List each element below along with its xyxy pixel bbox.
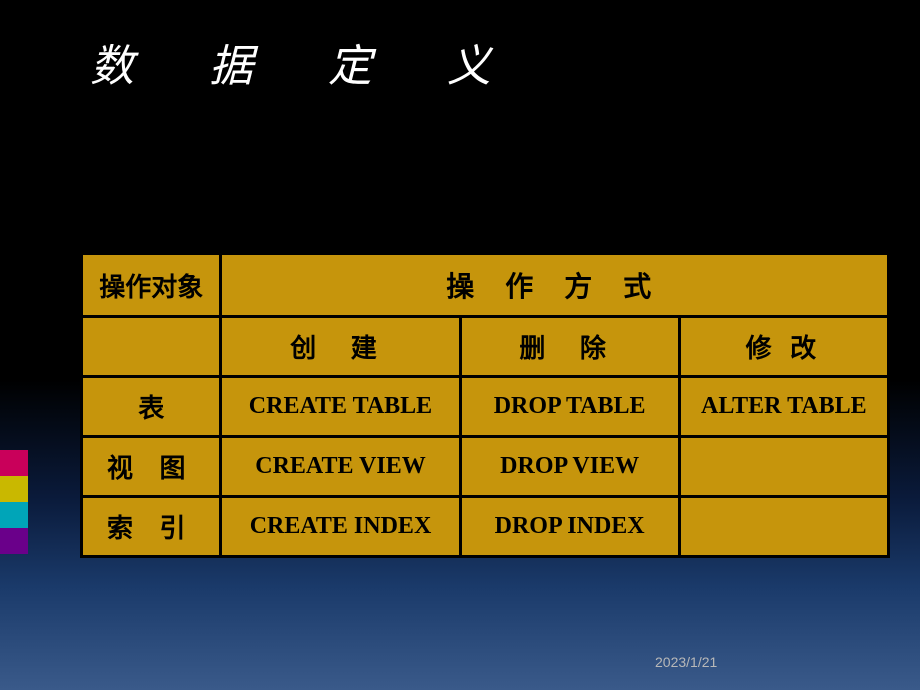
table-caption: 表 3.2 SQL 的数据定义语句: [0, 213, 920, 257]
empty-cell: [82, 317, 221, 377]
table-row: 视 图 CREATE VIEW DROP VIEW: [82, 437, 889, 497]
cell-create-index: CREATE INDEX: [221, 497, 460, 557]
cell-drop-index: DROP INDEX: [460, 497, 679, 557]
header-operation: 操 作 方 式: [221, 254, 889, 317]
cell-create-view: CREATE VIEW: [221, 437, 460, 497]
sub-header-alter: 修 改: [679, 317, 888, 377]
cell-create-table: CREATE TABLE: [221, 377, 460, 437]
color-block: [0, 502, 28, 528]
table-row: 表 CREATE TABLE DROP TABLE ALTER TABLE: [82, 377, 889, 437]
cell-alter-table: ALTER TABLE: [679, 377, 888, 437]
cell-drop-table: DROP TABLE: [460, 377, 679, 437]
decorative-color-strip: [0, 450, 28, 554]
header-object: 操作对象: [82, 254, 221, 317]
date-stamp: 2023/1/21: [655, 654, 717, 670]
row-label-view: 视 图: [82, 437, 221, 497]
cell-alter-view: [679, 437, 888, 497]
slide-container: 数 据 定 义 表 3.2 SQL 的数据定义语句 操作对象 操 作 方 式 创…: [0, 0, 920, 690]
sub-header-create: 创 建: [221, 317, 460, 377]
sub-header-drop: 删 除: [460, 317, 679, 377]
sql-definition-table: 操作对象 操 作 方 式 创 建 删 除 修 改 表 CREATE TABLE …: [80, 252, 890, 558]
color-block: [0, 528, 28, 554]
table-row: 索 引 CREATE INDEX DROP INDEX: [82, 497, 889, 557]
row-label-index: 索 引: [82, 497, 221, 557]
color-block: [0, 476, 28, 502]
table-row: 操作对象 操 作 方 式: [82, 254, 889, 317]
row-label-table: 表: [82, 377, 221, 437]
slide-title: 数 据 定 义: [90, 30, 523, 94]
cell-alter-index: [679, 497, 888, 557]
color-block: [0, 450, 28, 476]
cell-drop-view: DROP VIEW: [460, 437, 679, 497]
table-row: 创 建 删 除 修 改: [82, 317, 889, 377]
